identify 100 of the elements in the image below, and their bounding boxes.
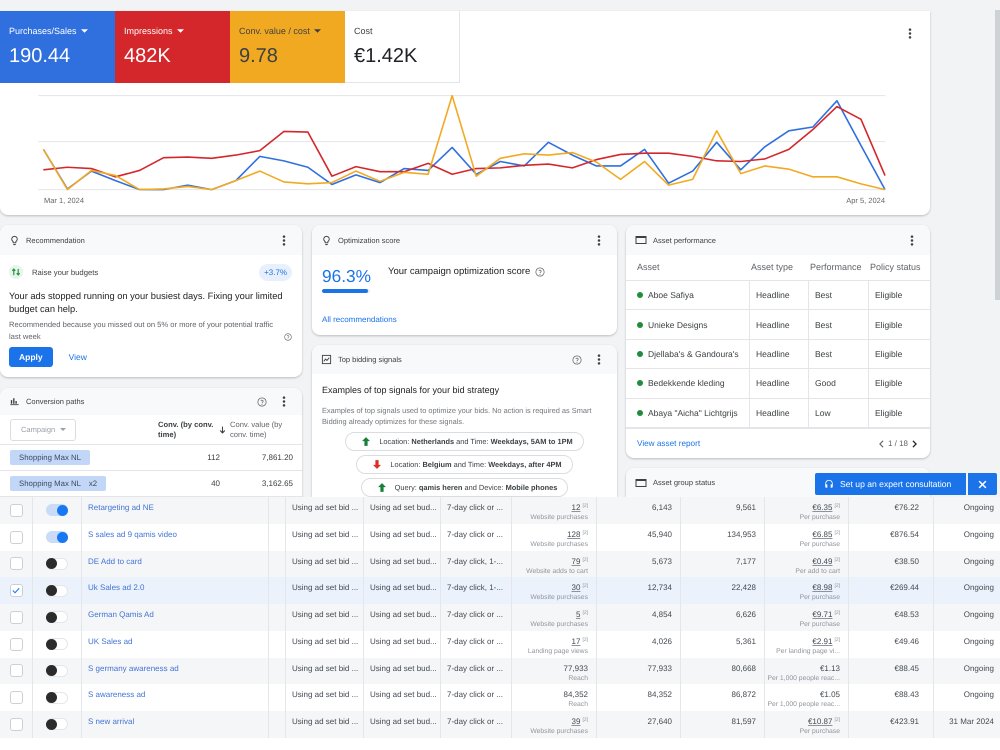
ad-name-link[interactable]: S germany awareness ad (88, 664, 179, 672)
result-value: €6.85 $^{[2]}$ (812, 528, 840, 540)
toggle-switch[interactable] (46, 558, 68, 570)
result-value: 17 $^{[2]}$ (572, 636, 588, 647)
table-cell: 7-day click or ... (441, 711, 512, 738)
chevron-right-icon[interactable] (912, 440, 917, 448)
result-value: €10.87 $^{[2]}$ (808, 716, 840, 727)
metric-value: 9.78 (239, 44, 279, 68)
line-chart-icon (321, 354, 332, 365)
checkmark-icon (12, 587, 20, 594)
table-cell-text: Ongoing (962, 502, 995, 514)
asset-name: Aboe Safiya (648, 290, 694, 300)
ad-name-link[interactable]: German Qamis Ad (88, 610, 154, 619)
table-cell: Using ad set bid ... (286, 711, 364, 738)
more-options-icon[interactable] (597, 354, 601, 365)
apply-button[interactable]: Apply (9, 347, 53, 367)
chevron-left-icon[interactable] (878, 440, 884, 448)
column-header: Asset (636, 262, 661, 272)
result-value: 30 $^{[2]}$ (572, 582, 588, 594)
recommendation-message: Your ads stopped running on your busiest days. Fixing your limited budget can help. (9, 290, 284, 316)
asset-report-link[interactable]: View asset report (637, 439, 700, 448)
score-value: 96.3% (322, 266, 372, 286)
column-header: Asset type (750, 262, 794, 272)
metric-tile[interactable]: Conv. value / cost 9.78 (230, 11, 345, 83)
toggle-switch[interactable] (46, 584, 68, 597)
table-cell: Headline (750, 369, 809, 398)
checkbox[interactable] (10, 610, 22, 624)
table-cell-text: Ongoing (962, 689, 995, 702)
ad-name-link[interactable]: Retargeting ad NE (88, 503, 154, 512)
checkbox[interactable] (10, 504, 22, 517)
table-cell-text: 40 (210, 479, 221, 488)
checkbox[interactable] (10, 530, 22, 544)
metric-tile[interactable]: Impressions 482K (115, 11, 230, 83)
bar-chart-icon (9, 396, 20, 407)
sort-arrow-icon (219, 426, 226, 434)
table-cell: Using ad set bud... (364, 711, 441, 738)
metric-value: €1.42K (354, 44, 418, 68)
table-cell-text: Eligible (874, 348, 904, 361)
toggle-switch[interactable] (46, 638, 68, 650)
ad-name-link[interactable]: DE Add to card (88, 556, 142, 566)
window-icon (635, 478, 647, 488)
toggle-switch[interactable] (46, 611, 68, 624)
checkbox[interactable] (10, 638, 22, 651)
result-value: 128 $^{[2]}$ (567, 528, 588, 540)
result-value: €9.71 $^{[2]}$ (812, 609, 840, 620)
help-icon[interactable] (257, 396, 267, 406)
checkbox[interactable] (10, 664, 22, 678)
help-icon[interactable] (572, 354, 582, 364)
score-bar (322, 289, 370, 293)
table-cell-text: Ongoing (962, 662, 995, 675)
ad-name-link[interactable]: UK Sales ad (88, 636, 132, 646)
toggle-switch[interactable] (46, 531, 68, 544)
checkbox[interactable] (10, 691, 22, 704)
headset-icon (824, 479, 834, 489)
caret-icon (60, 428, 66, 431)
column-header: Policy status (869, 262, 922, 272)
table-cell: Headline (750, 398, 809, 428)
arrows-icon (9, 265, 23, 279)
toggle-switch[interactable] (46, 692, 68, 704)
result-value: 79 $^{[2]}$ (572, 556, 588, 566)
more-options-icon[interactable] (282, 396, 286, 407)
recommendations-link[interactable]: All recommendations (322, 314, 397, 326)
ad-name-link[interactable]: Uk Sales ad 2.0 (88, 583, 144, 592)
metric-tile[interactable]: Cost €1.42K (345, 11, 460, 83)
checkbox[interactable] (10, 557, 22, 570)
more-options-icon[interactable] (282, 234, 286, 246)
asset-name: Abaya "Aicha" Lichtgrijs (648, 408, 738, 418)
toggle-switch[interactable] (46, 664, 68, 677)
ad-name-link[interactable]: S awareness ad (88, 690, 146, 700)
table-cell-text: Ongoing (962, 528, 995, 541)
ad-name-link[interactable]: S new arrival (88, 717, 134, 726)
more-options-icon[interactable] (910, 234, 914, 246)
table-cell-text: Ongoing (962, 636, 995, 648)
metric-tile[interactable]: Purchases/Sales 190.44 (0, 11, 115, 83)
toggle-switch[interactable] (46, 504, 68, 516)
table-cell: 27,640 (597, 711, 681, 738)
table-cell-text: Eligible (874, 318, 904, 332)
table-cell-text: Ongoing (962, 582, 995, 594)
uplift-badge: +3.7% (259, 264, 292, 280)
expert-consultation-button[interactable]: Set up an expert consultation (815, 473, 966, 495)
help-icon[interactable] (535, 267, 546, 277)
result-value: €1.13 (820, 662, 840, 674)
close-button[interactable] (968, 473, 997, 495)
caret-icon (176, 29, 184, 33)
help-icon[interactable] (284, 333, 292, 341)
table-cell: 81,597 (681, 711, 765, 738)
table-cell-text: 31 Mar 2024 (948, 716, 995, 728)
table-cell-text: Ongoing (962, 609, 995, 621)
metric-label: Conv. value / cost (239, 25, 310, 37)
view-link[interactable]: View (68, 352, 87, 362)
toggle-switch[interactable] (46, 718, 68, 730)
checkbox[interactable] (10, 584, 22, 598)
more-options-icon[interactable] (597, 234, 601, 246)
ad-name-link[interactable]: S sales ad 9 qamis video (88, 530, 177, 539)
checkbox[interactable] (10, 718, 22, 731)
table-cell: €423.91 (849, 711, 934, 738)
column-header: Performance (809, 262, 863, 272)
more-options-icon[interactable] (908, 28, 912, 39)
asset-name: Djellaba's & Gandoura's (648, 349, 739, 359)
scrollbar[interactable] (995, 10, 1000, 300)
